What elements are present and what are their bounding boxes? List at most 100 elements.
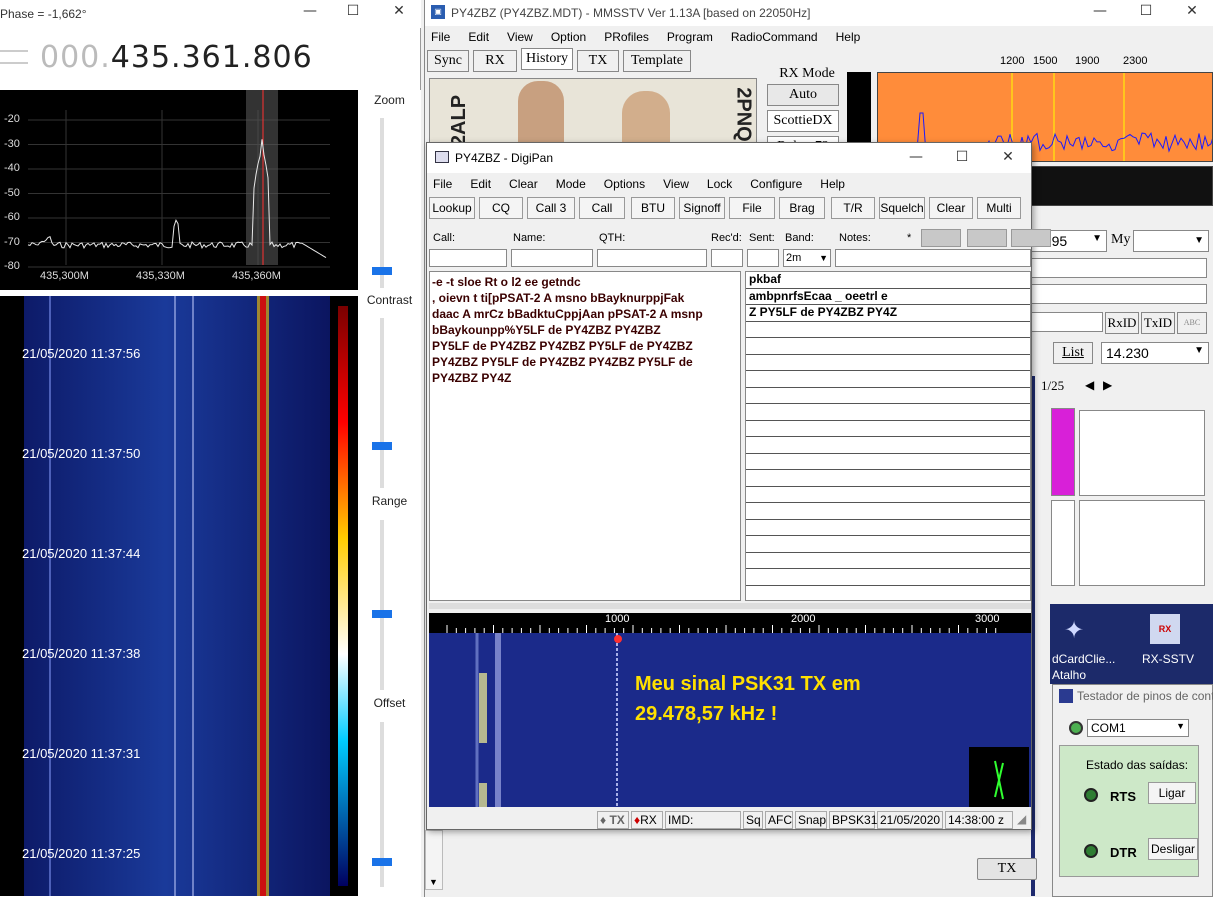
splitter[interactable] [429, 603, 1031, 609]
minimize-icon[interactable]: — [901, 149, 931, 165]
channel-row[interactable] [746, 586, 1030, 601]
minimize-icon[interactable]: — [1085, 3, 1115, 19]
channel-row[interactable] [746, 322, 1030, 338]
name-field[interactable] [1031, 258, 1207, 278]
menu-item[interactable]: Configure [750, 177, 802, 191]
menu-item[interactable]: Clear [509, 177, 538, 191]
chevron-down-icon[interactable]: ▼ [429, 877, 438, 887]
channel-row[interactable]: pkbaf [746, 272, 1030, 289]
notes-input[interactable] [835, 249, 1031, 267]
rx-sstv-icon[interactable]: RX [1150, 614, 1180, 644]
toolbar-btu-button[interactable]: BTU [631, 197, 675, 219]
tx-button[interactable]: TX [977, 858, 1037, 880]
contrast-slider-thumb[interactable] [372, 441, 392, 450]
menu-item[interactable]: File [433, 177, 452, 191]
channel-row[interactable] [746, 520, 1030, 536]
qth-field[interactable] [1031, 284, 1207, 304]
channel-row[interactable] [746, 569, 1030, 586]
menu-item[interactable]: Mode [556, 177, 586, 191]
tab-tx[interactable]: TX [577, 50, 619, 72]
freq-select[interactable]: 14.230 ▼ [1101, 342, 1209, 364]
rts-on-button[interactable]: Ligar [1148, 782, 1196, 804]
history-thumbnail[interactable] [1051, 408, 1075, 496]
note-field[interactable] [1031, 312, 1103, 332]
prev-icon[interactable]: ◀ [1085, 378, 1094, 392]
rx-mode-button[interactable]: ScottieDX [767, 110, 839, 132]
desktop-icon-label[interactable]: dCardClie... [1052, 652, 1115, 666]
menu-item[interactable]: View [663, 177, 689, 191]
band-select[interactable]: 2m ▼ [783, 249, 831, 267]
lock-icon[interactable] [1011, 229, 1051, 247]
chevron-down-icon[interactable]: ▼ [1176, 721, 1185, 731]
contrast-slider[interactable] [380, 318, 384, 488]
channel-list[interactable]: pkbaf ambpnrfsEcaa _ oeetrl eZ PY5LF de P… [745, 271, 1031, 601]
channel-row[interactable]: ambpnrfsEcaa _ oeetrl e [746, 289, 1030, 305]
resize-grip-icon[interactable]: ◢ [1015, 811, 1031, 829]
zoom-slider[interactable] [380, 118, 384, 288]
list-button[interactable]: List [1053, 342, 1093, 364]
zoom-slider-thumb[interactable] [372, 267, 392, 275]
rx-mode-button[interactable]: Auto [767, 84, 839, 106]
page-icon[interactable] [967, 229, 1007, 247]
name-input[interactable] [511, 249, 593, 267]
minimize-icon[interactable]: — [295, 3, 325, 19]
menu-item[interactable]: Edit [468, 30, 489, 44]
chevron-down-icon[interactable]: ▼ [1092, 233, 1102, 244]
channel-row[interactable] [746, 355, 1030, 371]
channel-row[interactable] [746, 503, 1030, 520]
channel-row[interactable]: Z PY5LF de PY4ZBZ PY4Z [746, 305, 1030, 322]
next-icon[interactable]: ▶ [1103, 378, 1112, 392]
history-thumbnail[interactable] [1079, 500, 1205, 586]
toolbar-multi-button[interactable]: Multi [977, 197, 1021, 219]
txid-button[interactable]: TxID [1141, 312, 1175, 334]
toolbar-file-button[interactable]: File [729, 197, 775, 219]
toolbar-t-r-button[interactable]: T/R [831, 197, 875, 219]
maximize-icon[interactable]: ☐ [947, 149, 977, 165]
scrollbar[interactable]: ▼ [425, 830, 443, 890]
desktop-icon-label[interactable]: RX-SSTV [1142, 652, 1194, 666]
menu-item[interactable]: File [431, 30, 450, 44]
history-thumbnail[interactable] [1079, 410, 1205, 496]
sent-input[interactable] [747, 249, 779, 267]
channel-row[interactable] [746, 454, 1030, 470]
my-field[interactable]: ▼ [1133, 230, 1209, 252]
channel-row[interactable] [746, 470, 1030, 487]
channel-row[interactable] [746, 338, 1030, 355]
toolbar-brag-button[interactable]: Brag [779, 197, 825, 219]
spectrum-plot[interactable]: -20 -30 -40 -50 -60 -70 -80 435,300M 435,330M 43… [0, 90, 358, 290]
tab-history[interactable]: History [521, 48, 573, 70]
digipan-waterfall[interactable]: 1000 2000 3000 Meu sinal PSK31 TX em 29.47… [429, 613, 1031, 807]
close-icon[interactable]: ✕ [384, 3, 414, 19]
channel-row[interactable] [746, 371, 1030, 388]
maximize-icon[interactable]: ☐ [338, 3, 368, 19]
menu-item[interactable]: Options [604, 177, 645, 191]
menu-item[interactable]: Help [836, 30, 861, 44]
tab-sync[interactable]: Sync [427, 50, 469, 72]
sdr-waterfall[interactable]: 21/05/2020 11:37:56 21/05/2020 11:37:50 21… [0, 296, 358, 896]
abc-button[interactable]: ABC [1177, 312, 1207, 334]
status-afc[interactable]: AFC [765, 811, 793, 829]
dtr-off-button[interactable]: Desligar [1148, 838, 1198, 860]
menu-item[interactable]: PRofiles [604, 30, 649, 44]
save-icon[interactable] [921, 229, 961, 247]
range-slider-thumb[interactable] [372, 609, 392, 618]
status-rx[interactable]: ♦RX [631, 811, 663, 829]
toolbar-clear-button[interactable]: Clear [929, 197, 973, 219]
chevron-down-icon[interactable]: ▼ [819, 250, 830, 266]
close-icon[interactable]: ✕ [1177, 3, 1207, 19]
menu-item[interactable]: Lock [707, 177, 732, 191]
rxid-button[interactable]: RxID [1105, 312, 1139, 334]
status-tx[interactable]: ♦ TX [597, 811, 629, 829]
status-squelch[interactable]: Sq [743, 811, 763, 829]
shortcut-icon[interactable]: ✦ [1064, 616, 1084, 645]
menu-item[interactable]: Program [667, 30, 713, 44]
channel-row[interactable] [746, 421, 1030, 437]
channel-row[interactable] [746, 553, 1030, 569]
history-thumbnail[interactable] [1051, 500, 1075, 586]
menu-item[interactable]: Edit [470, 177, 491, 191]
toolbar-signoff-button[interactable]: Signoff [679, 197, 725, 219]
close-icon[interactable]: ✕ [993, 149, 1023, 165]
maximize-icon[interactable]: ☐ [1131, 3, 1161, 19]
toolbar-cq-button[interactable]: CQ [479, 197, 523, 219]
menu-item[interactable]: RadioCommand [731, 30, 818, 44]
